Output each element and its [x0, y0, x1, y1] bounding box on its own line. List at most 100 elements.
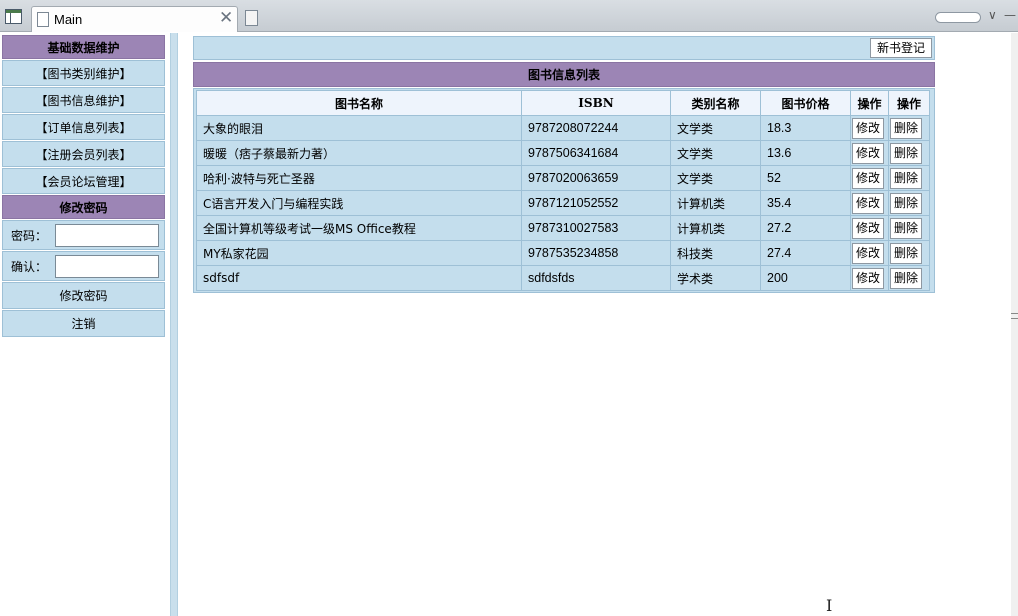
close-icon[interactable]: ✕	[219, 8, 233, 28]
table-header-row: 图书名称 ISBN 类别名称 图书价格 操作 操作	[196, 90, 930, 116]
isbn-cell: 9787121052552	[521, 190, 671, 216]
password-field[interactable]	[55, 224, 159, 247]
edit-cell: 修改	[850, 140, 889, 166]
toolbar: 新书登记	[193, 36, 935, 60]
table-row: C语言开发入门与编程实践 9787121052552 计算机类 35.4 修改 删除	[196, 190, 930, 216]
password-row: 密码：	[2, 220, 165, 250]
price-cell: 13.6	[760, 140, 851, 166]
table-row: 暖暖（痞子蔡最新力著） 9787506341684 文学类 13.6 修改 删除	[196, 140, 930, 166]
delete-button[interactable]: 删除	[890, 217, 923, 239]
book-name-cell: C语言开发入门与编程实践	[196, 190, 522, 216]
page-title: 图书信息列表	[193, 62, 935, 87]
delete-cell: 删除	[888, 115, 930, 141]
edit-button[interactable]: 修改	[852, 117, 885, 139]
browser-tab-bar: Main ✕ ∨ —	[0, 0, 1018, 32]
price-cell: 35.4	[760, 190, 851, 216]
edit-cell: 修改	[850, 240, 889, 266]
category-cell: 文学类	[670, 115, 761, 141]
table-row: 大象的眼泪 9787208072244 文学类 18.3 修改 删除	[196, 115, 930, 141]
price-cell: 27.4	[760, 240, 851, 266]
isbn-cell: 9787535234858	[521, 240, 671, 266]
delete-button[interactable]: 删除	[890, 192, 923, 214]
book-name-cell: sdfsdf	[196, 265, 522, 291]
window-icon[interactable]	[5, 9, 22, 24]
book-name-cell: 暖暖（痞子蔡最新力著）	[196, 140, 522, 166]
edit-button[interactable]: 修改	[852, 192, 885, 214]
isbn-cell: 9787310027583	[521, 215, 671, 241]
minimize-icon[interactable]: —	[1004, 8, 1016, 22]
new-tab-icon[interactable]	[245, 10, 258, 26]
price-cell: 18.3	[760, 115, 851, 141]
category-cell: 文学类	[670, 140, 761, 166]
new-book-button[interactable]: 新书登记	[869, 38, 932, 58]
book-table: 图书名称 ISBN 类别名称 图书价格 操作 操作 大象的眼泪 978720807…	[196, 90, 930, 291]
sidebar-item-forum-admin[interactable]: 【会员论坛管理】	[2, 168, 165, 194]
category-cell: 计算机类	[670, 190, 761, 216]
delete-button[interactable]: 删除	[890, 117, 923, 139]
column-header-delete: 操作	[888, 90, 930, 116]
book-name-cell: MY私家花园	[196, 240, 522, 266]
delete-cell: 删除	[888, 165, 930, 191]
delete-cell: 删除	[888, 240, 930, 266]
scrollbar-grip-icon[interactable]	[1011, 313, 1018, 319]
delete-button[interactable]: 删除	[890, 242, 923, 264]
column-header-category: 类别名称	[670, 90, 761, 116]
column-header-edit: 操作	[850, 90, 889, 116]
sidebar-header-password: 修改密码	[2, 195, 165, 219]
edit-cell: 修改	[850, 115, 889, 141]
category-cell: 科技类	[670, 240, 761, 266]
column-header-isbn: ISBN	[521, 90, 671, 116]
book-name-cell: 全国计算机等级考试一级MS Office教程	[196, 215, 522, 241]
confirm-row: 确认：	[2, 251, 165, 281]
delete-cell: 删除	[888, 215, 930, 241]
chevron-down-icon[interactable]: ∨	[988, 8, 997, 22]
isbn-cell: 9787506341684	[521, 140, 671, 166]
category-cell: 计算机类	[670, 215, 761, 241]
category-cell: 文学类	[670, 165, 761, 191]
edit-button[interactable]: 修改	[852, 267, 885, 289]
sidebar-header-basic: 基础数据维护	[2, 35, 165, 59]
text-cursor-icon: I	[826, 596, 833, 615]
book-table-container: 图书名称 ISBN 类别名称 图书价格 操作 操作 大象的眼泪 978720807…	[193, 88, 935, 293]
edit-button[interactable]: 修改	[852, 142, 885, 164]
sidebar-item-order-list[interactable]: 【订单信息列表】	[2, 114, 165, 140]
isbn-cell: 9787020063659	[521, 165, 671, 191]
column-header-name: 图书名称	[196, 90, 522, 116]
edit-button[interactable]: 修改	[852, 242, 885, 264]
price-cell: 52	[760, 165, 851, 191]
delete-button[interactable]: 删除	[890, 267, 923, 289]
edit-cell: 修改	[850, 190, 889, 216]
edit-cell: 修改	[850, 165, 889, 191]
price-cell: 27.2	[760, 215, 851, 241]
book-name-cell: 哈利·波特与死亡圣器	[196, 165, 522, 191]
change-password-button[interactable]: 修改密码	[2, 282, 165, 309]
sidebar-item-book-category[interactable]: 【图书类别维护】	[2, 60, 165, 86]
table-row: MY私家花园 9787535234858 科技类 27.4 修改 删除	[196, 240, 930, 266]
category-cell: 学术类	[670, 265, 761, 291]
edit-cell: 修改	[850, 265, 889, 291]
sidebar-item-book-info[interactable]: 【图书信息维护】	[2, 87, 165, 113]
tab-main[interactable]: Main ✕	[31, 6, 238, 32]
edit-button[interactable]: 修改	[852, 217, 885, 239]
vertical-scrollbar[interactable]	[1011, 33, 1018, 616]
delete-cell: 删除	[888, 190, 930, 216]
column-header-price: 图书价格	[760, 90, 851, 116]
delete-cell: 删除	[888, 265, 930, 291]
address-pill[interactable]	[935, 12, 981, 23]
table-row: 哈利·波特与死亡圣器 9787020063659 文学类 52 修改 删除	[196, 165, 930, 191]
sidebar-item-member-list[interactable]: 【注册会员列表】	[2, 141, 165, 167]
confirm-password-field[interactable]	[55, 255, 159, 278]
table-row: 全国计算机等级考试一级MS Office教程 9787310027583 计算机类 2…	[196, 215, 930, 241]
password-label: 密码：	[11, 228, 48, 243]
isbn-cell: 9787208072244	[521, 115, 671, 141]
tab-title: Main	[54, 12, 83, 27]
delete-button[interactable]: 删除	[890, 167, 923, 189]
logout-button[interactable]: 注销	[2, 310, 165, 337]
frame-splitter[interactable]	[170, 33, 178, 616]
delete-cell: 删除	[888, 140, 930, 166]
isbn-cell: sdfdsfds	[521, 265, 671, 291]
edit-button[interactable]: 修改	[852, 167, 885, 189]
delete-button[interactable]: 删除	[890, 142, 923, 164]
page-icon	[37, 12, 49, 27]
confirm-label: 确认：	[11, 259, 48, 274]
